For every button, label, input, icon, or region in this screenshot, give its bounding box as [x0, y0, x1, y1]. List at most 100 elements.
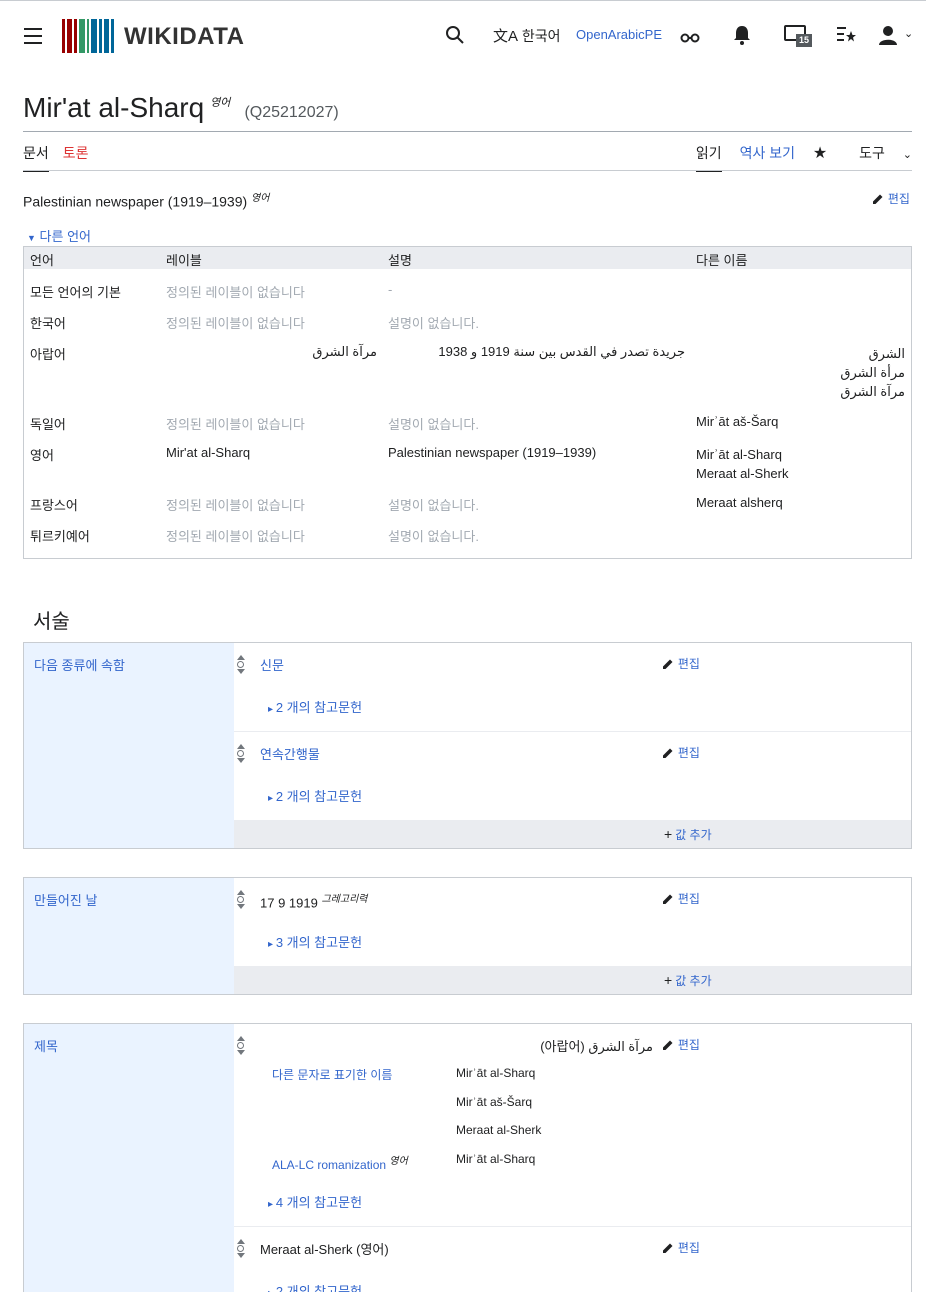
edit-statement-button[interactable]: 편집: [662, 1239, 700, 1256]
edit-label: 편집: [677, 1241, 700, 1255]
description-language: 영어: [251, 193, 270, 204]
user-menu-icon[interactable]: [878, 25, 898, 50]
tab-history[interactable]: 역사 보기: [740, 145, 795, 161]
edit-statement-button[interactable]: 편집: [662, 890, 700, 907]
watch-star-icon[interactable]: ★: [813, 145, 827, 162]
languages-table: 언어 레이블 설명 다른 이름 모든 언어의 기본 정의된 레이블이 없습니다 …: [23, 246, 912, 559]
description-cell: 설명이 없습니다.: [388, 529, 479, 544]
rank-selector-icon[interactable]: [236, 1239, 245, 1259]
statement-group-title: 제목 (아랍어) مرآة الشرق 편집 다른 문자로 표기한 이름 Mir…: [23, 1023, 912, 1292]
calendar-model: 그레고리력: [321, 894, 368, 905]
statement-row: 신문 편집 2 개의 참고문헌: [234, 643, 911, 732]
other-languages-toggle[interactable]: ▼ 다른 언어: [27, 226, 91, 245]
qualifier-value: Mirʾāt al-Sharq: [456, 1152, 536, 1166]
language-cell: 독일어: [30, 417, 66, 432]
references-toggle[interactable]: 2 개의 참고문헌: [268, 786, 362, 805]
monolingual-text: Meraat al-Sherk: [260, 1242, 353, 1257]
alias: الشرق: [868, 346, 905, 361]
chevron-down-icon[interactable]: ⌄: [904, 27, 913, 40]
qualifier-property-link[interactable]: ALA-LC romanization 영어: [272, 1152, 408, 1172]
chevron-down-icon: ⌄: [902, 149, 912, 161]
notifications-bell-icon[interactable]: [733, 25, 751, 50]
statement-list: 17 9 1919 그레고리력 편집 3 개의 참고문헌: [234, 878, 911, 967]
statement-value: 17 9 1919 그레고리력: [260, 890, 367, 910]
qualifier-property-link[interactable]: 다른 문자로 표기한 이름: [272, 1066, 392, 1083]
statement-row: (아랍어) مرآة الشرق 편집 다른 문자로 표기한 이름 Mirʾāt…: [234, 1024, 911, 1227]
references-toggle[interactable]: 4 개의 참고문헌: [268, 1192, 362, 1211]
column-header: 레이블: [166, 253, 202, 268]
value-language: (아랍어): [540, 1039, 585, 1054]
statement-group-inception: 만들어진 날 17 9 1919 그레고리력 편집 3 개의 참고문헌 +값 추…: [23, 877, 912, 995]
language-cell: 한국어: [30, 316, 66, 331]
statement-list: (아랍어) مرآة الشرق 편집 다른 문자로 표기한 이름 Mirʾāt…: [234, 1024, 911, 1292]
add-value-bar: + 값 추가: [234, 820, 911, 848]
edit-statement-button[interactable]: 편집: [662, 655, 700, 672]
description-cell: 설명이 없습니다.: [388, 498, 479, 513]
edit-description-button[interactable]: 편집: [872, 190, 910, 207]
label-cell: 정의된 레이블이 없습니다: [166, 529, 305, 544]
wikidata-wordmark[interactable]: WIKIDATA: [124, 23, 244, 51]
edit-label: 편집: [677, 1038, 700, 1052]
value-language: (영어): [356, 1242, 389, 1257]
property-link[interactable]: 만들어진 날: [34, 890, 97, 909]
label-cell: 정의된 레이블이 없습니다: [166, 498, 305, 513]
property-link[interactable]: 제목: [34, 1036, 58, 1055]
translate-icon: 文A: [493, 28, 519, 45]
statement-row: 17 9 1919 그레고리력 편집 3 개의 참고문헌: [234, 878, 911, 967]
qualifier-language: 영어: [389, 1156, 408, 1167]
wikidata-logo-icon[interactable]: [62, 19, 114, 53]
add-value-label: 값 추가: [675, 974, 712, 988]
alias: Mirʾāt al-Sharq: [696, 447, 782, 462]
pencil-icon: [663, 894, 673, 905]
pencil-icon: [663, 659, 673, 670]
add-value-button[interactable]: + 값 추가: [664, 972, 712, 989]
property-link[interactable]: 다음 종류에 속함: [34, 655, 125, 674]
pencil-icon: [663, 748, 673, 759]
references-toggle[interactable]: 3 개의 참고문헌: [268, 932, 362, 951]
edit-statement-button[interactable]: 편집: [662, 744, 700, 761]
description-cell: 설명이 없습니다.: [388, 316, 479, 331]
item-description: Palestinian newspaper (1919–1939) 영어: [23, 189, 269, 210]
rank-selector-icon[interactable]: [236, 890, 245, 910]
rank-selector-icon[interactable]: [236, 744, 245, 764]
language-cell: 아랍어: [30, 347, 66, 362]
monolingual-text: مرآة الشرق: [588, 1039, 653, 1054]
edit-statement-button[interactable]: 편집: [662, 1036, 700, 1053]
alias: مرأة الشرق: [840, 365, 905, 380]
search-icon[interactable]: [445, 25, 465, 50]
description-cell: جريدة تصدر في القدس بين سنة 1919 و 1938: [438, 344, 685, 359]
title-language: 영어: [210, 97, 231, 110]
main-menu-icon[interactable]: [24, 28, 42, 44]
table-row: 아랍어 مرآة الشرق جريدة تصدر في القدس بين س…: [24, 344, 911, 406]
rank-selector-icon[interactable]: [236, 655, 245, 675]
pencil-icon: [873, 194, 883, 205]
tab-talk[interactable]: 토론: [63, 145, 89, 161]
statement-value-link[interactable]: 연속간행물: [260, 744, 320, 763]
edit-label: 편집: [677, 746, 700, 760]
language-cell: 튀르키예어: [30, 529, 90, 544]
references-toggle[interactable]: 2 개의 참고문헌: [268, 1281, 362, 1292]
view-tabs: 읽기 역사 보기 ★ 도구 ⌄: [682, 143, 912, 172]
references-toggle[interactable]: 2 개의 참고문헌: [268, 697, 362, 716]
tab-tools[interactable]: 도구 ⌄: [845, 145, 912, 161]
tab-item[interactable]: 문서: [23, 145, 49, 172]
aliases-cell: Mirʾāt al-Sharq Meraat al-Sherk: [696, 445, 788, 483]
alias: Mirʾāt aš-Šarq: [696, 414, 779, 429]
statement-value: (아랍어) مرآة الشرق: [540, 1036, 653, 1055]
plus-icon: +: [664, 826, 673, 842]
watchlist-star-icon[interactable]: [836, 25, 856, 48]
add-value-button[interactable]: + 값 추가: [664, 826, 712, 843]
add-value-label: 값 추가: [675, 828, 712, 842]
tab-read[interactable]: 읽기: [695, 145, 722, 172]
date-value: 17 9 1919: [260, 895, 318, 911]
watchlist-glasses-icon[interactable]: [680, 28, 700, 49]
language-button[interactable]: 文A 한국어: [493, 25, 561, 46]
statement-value-link[interactable]: 신문: [260, 655, 284, 674]
plus-icon: +: [664, 972, 673, 988]
rank-selector-icon[interactable]: [236, 1036, 245, 1056]
notices-count: 15: [799, 35, 810, 45]
qualifier-value: Mirʾāt al-Sharq: [456, 1066, 536, 1080]
description-cell: 설명이 없습니다.: [388, 417, 479, 432]
alias: Meraat alsherq: [696, 495, 783, 510]
user-link[interactable]: OpenArabicPE: [576, 27, 662, 42]
